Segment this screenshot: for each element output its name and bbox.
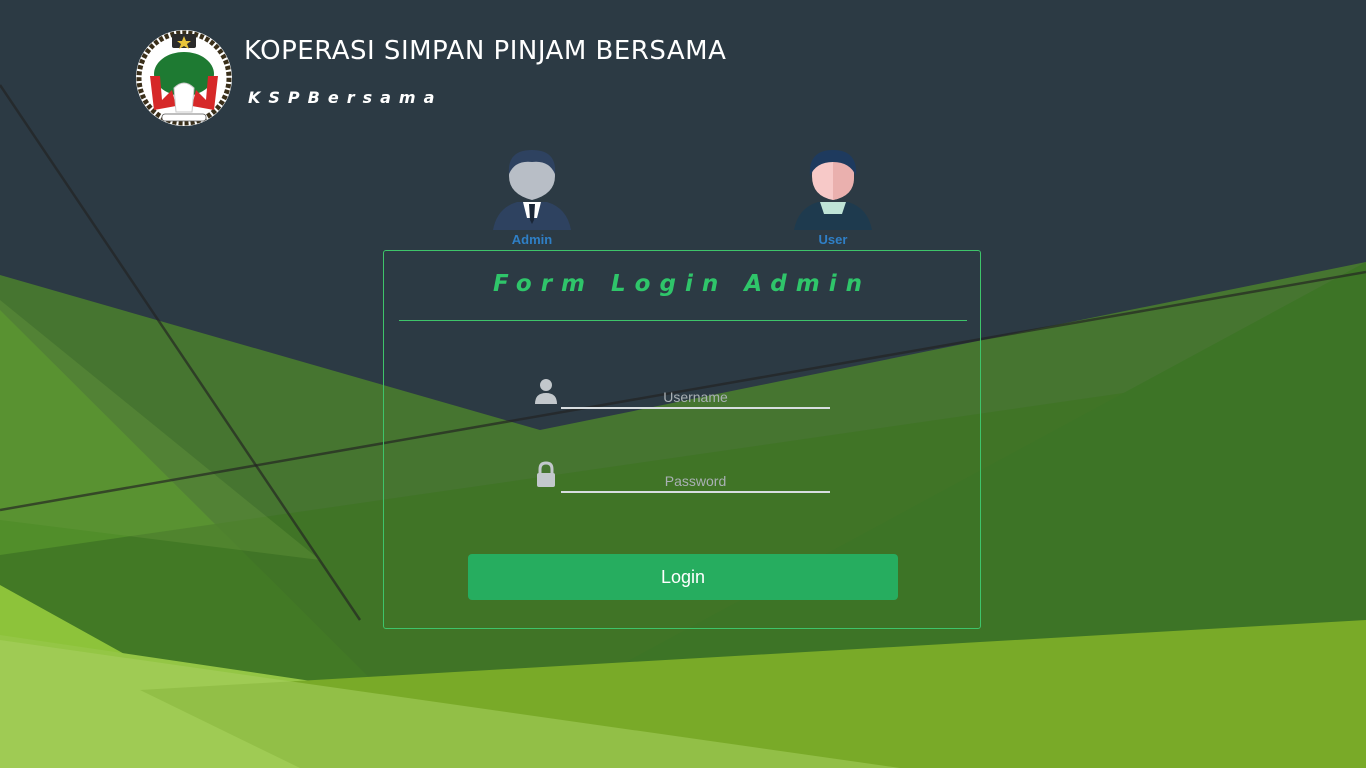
login-page: KOPERASI SIMPAN PINJAM BERSAMA KSPBersam… [0,0,1366,768]
admin-role-label: Admin [511,232,553,247]
lock-icon [537,461,555,487]
login-form: Form Login Admin Login [383,250,981,629]
site-header: KOPERASI SIMPAN PINJAM BERSAMA KSPBersam… [134,28,726,128]
form-title: Form Login Admin [492,271,871,297]
title-divider [399,320,967,321]
password-input[interactable] [561,471,830,493]
username-input[interactable] [561,387,830,409]
user-role-link[interactable]: User [788,148,878,247]
user-icon [535,379,557,404]
user-role-label: User [818,232,848,247]
brand: KOPERASI SIMPAN PINJAM BERSAMA KSPBersam… [244,36,726,107]
user-avatar-icon [794,150,872,230]
admin-role-link[interactable]: Admin [487,148,577,247]
login-button[interactable]: Login [468,554,898,600]
admin-avatar-icon [493,150,571,230]
password-field [534,459,834,495]
username-field [534,375,834,411]
site-subtitle: KSPBersama [248,88,443,107]
site-title: KOPERASI SIMPAN PINJAM BERSAMA [244,36,727,66]
koperasi-logo-icon [136,30,232,126]
